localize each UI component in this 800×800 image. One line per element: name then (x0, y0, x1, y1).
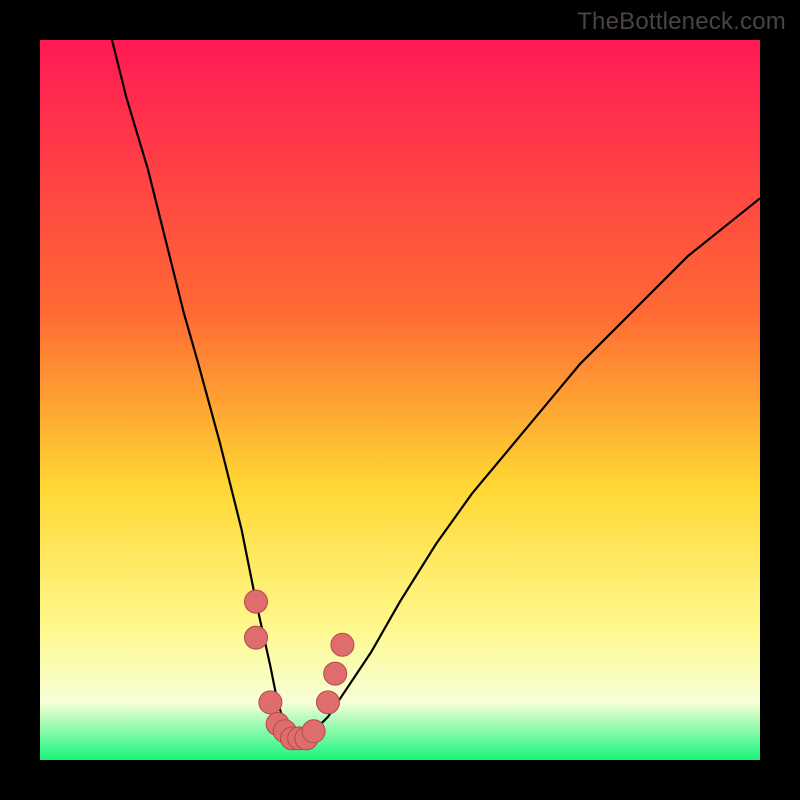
curve-marker (331, 633, 354, 656)
heat-background (40, 40, 760, 760)
curve-marker (245, 590, 268, 613)
chart-frame: TheBottleneck.com (0, 0, 800, 800)
curve-marker (259, 691, 282, 714)
watermark-text: TheBottleneck.com (577, 8, 786, 36)
curve-marker (324, 662, 347, 685)
curve-marker (245, 626, 268, 649)
plot-area (40, 40, 760, 760)
curve-marker (302, 720, 325, 743)
plot-svg (40, 40, 760, 760)
curve-marker (317, 691, 340, 714)
